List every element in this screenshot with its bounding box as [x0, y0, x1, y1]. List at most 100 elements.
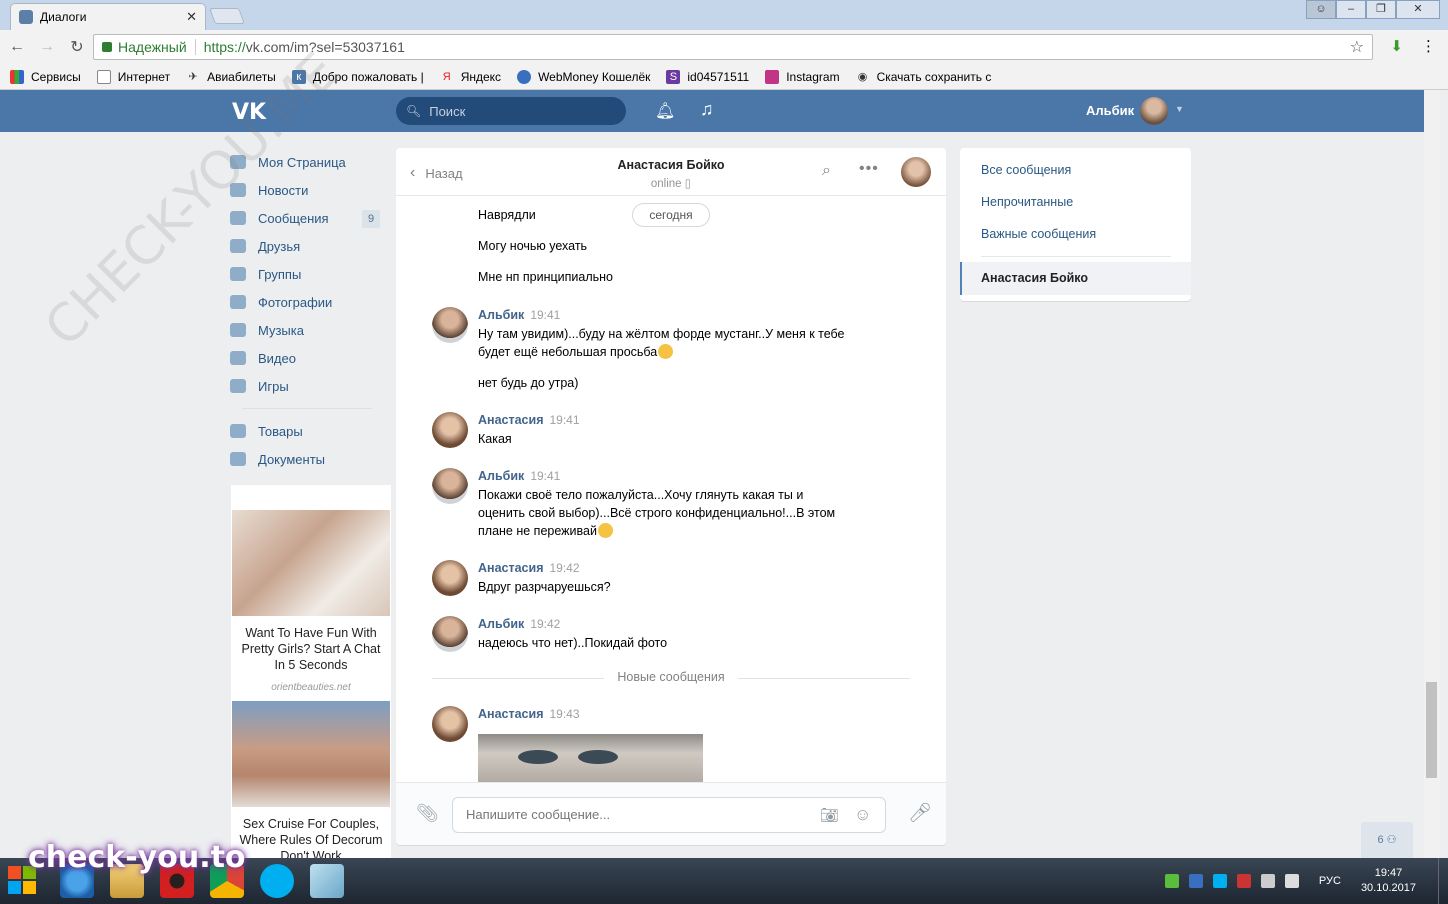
message-text: Покажи своё тело пожалуйста...Хочу гляну…	[478, 488, 836, 538]
bookmark-download[interactable]: ◉ Скачать сохранить с	[856, 70, 992, 84]
filter-important[interactable]: Важные сообщения	[981, 227, 1096, 241]
ad-image[interactable]	[232, 701, 390, 807]
header-user-name[interactable]: Альбик	[1086, 103, 1134, 118]
system-tray: РУС 19:47 30.10.2017	[1164, 858, 1448, 904]
bookmark-services[interactable]: Сервисы	[10, 69, 81, 84]
bookmark-internet[interactable]: Интернет	[96, 69, 170, 84]
bookmark-avia[interactable]: ✈ Авиабилеты	[186, 70, 275, 84]
apps-grid-icon	[10, 69, 24, 84]
bookmark-id[interactable]: Sid04571511	[666, 69, 749, 84]
avatar[interactable]	[432, 468, 468, 504]
search-placeholder: Поиск	[429, 103, 466, 119]
friends-online-chip[interactable]: 6 ⚇	[1361, 822, 1413, 858]
close-window-button[interactable]: ✕	[1396, 0, 1440, 19]
address-bar[interactable]: Надежный https:// vk.com/im?sel=53037161…	[93, 34, 1373, 60]
peer-status: online ▯	[650, 178, 692, 190]
ad-image[interactable]	[232, 510, 390, 616]
message-text: нет будь до утра)	[478, 376, 579, 390]
header-avatar[interactable]	[1140, 97, 1168, 125]
ad-source[interactable]: orientbeauties.net	[231, 682, 391, 693]
language-indicator[interactable]: РУС	[1319, 875, 1341, 887]
news-icon	[230, 183, 246, 197]
paperclip-icon[interactable]: 📎︎	[416, 803, 439, 824]
webmoney-icon	[517, 69, 532, 84]
tray-flag-icon[interactable]	[1236, 874, 1251, 888]
forward-arrow-icon[interactable]: →	[34, 38, 60, 56]
download-icon[interactable]: ⬇	[1390, 37, 1403, 55]
emoji-icon	[597, 523, 613, 538]
filter-all-messages[interactable]: Все сообщения	[981, 163, 1071, 177]
message-author[interactable]: Анастасия 19:43	[478, 707, 580, 721]
avatar[interactable]	[432, 412, 468, 448]
bookmark-instagram[interactable]: Instagram	[765, 69, 840, 84]
show-desktop-button[interactable]	[1438, 858, 1448, 904]
photo-attachment[interactable]	[478, 734, 703, 782]
menu-groups[interactable]: Группы	[230, 260, 380, 288]
tray-skype-icon[interactable]	[1212, 874, 1227, 888]
notepad-icon[interactable]	[310, 864, 344, 898]
message-text: Какая	[478, 432, 512, 446]
bookmark-yandex[interactable]: Я Яндекс	[440, 70, 501, 84]
message-author[interactable]: Альбик 19:41	[478, 469, 560, 483]
menu-news[interactable]: Новости	[230, 176, 380, 204]
tray-app-icon[interactable]	[1188, 874, 1203, 888]
menu-music[interactable]: Музыка	[230, 316, 380, 344]
ad-text[interactable]: Sex Cruise For Couples, Where Rules Of D…	[231, 816, 391, 860]
menu-messages[interactable]: Сообщения 9	[230, 204, 380, 232]
bookmark-star-icon[interactable]: ☆	[1350, 37, 1364, 57]
reload-icon[interactable]: ↻	[64, 37, 90, 57]
chevron-down-icon[interactable]: ▼	[1175, 104, 1184, 114]
avatar[interactable]	[432, 616, 468, 652]
menu-documents[interactable]: Документы	[230, 445, 380, 473]
smiley-icon[interactable]: ☺	[854, 805, 871, 825]
page-scrollbar[interactable]	[1424, 90, 1440, 858]
message-text: надеюсь что нет)..Покидай фото	[478, 636, 668, 650]
menu-games[interactable]: Игры	[230, 372, 380, 400]
message-author[interactable]: Альбик 19:42	[478, 617, 560, 631]
browser-tabbar: Диалоги ✕ ☺ – ❐ ✕	[0, 0, 1448, 30]
message-author[interactable]: Альбик 19:41	[478, 308, 560, 322]
search-input[interactable]: 🔍︎ Поиск	[396, 97, 626, 125]
bell-icon[interactable]: 🔔︎	[655, 101, 675, 121]
camera-icon[interactable]: 📷︎	[820, 806, 839, 824]
bookmark-welcome[interactable]: к Добро пожаловать |	[291, 69, 424, 84]
menu-photos[interactable]: Фотографии	[230, 288, 380, 316]
back-arrow-icon[interactable]: ←	[4, 38, 30, 56]
menu-friends[interactable]: Друзья	[230, 232, 380, 260]
vk-logo[interactable]: VK	[232, 100, 266, 125]
ad-text[interactable]: Want To Have Fun With Pretty Girls? Star…	[231, 625, 391, 673]
filter-unread[interactable]: Непрочитанные	[981, 195, 1073, 209]
browser-tab[interactable]: Диалоги ✕	[10, 3, 206, 30]
avatar[interactable]	[432, 560, 468, 596]
active-dialog[interactable]: Анастасия Бойко	[960, 262, 1191, 295]
menu-my-page[interactable]: Моя Страница	[230, 148, 380, 176]
network-icon[interactable]	[1260, 874, 1275, 888]
more-icon[interactable]: •••	[859, 160, 879, 178]
maximize-button[interactable]: ❐	[1366, 0, 1396, 19]
minimize-button[interactable]: –	[1336, 0, 1366, 19]
peer-avatar[interactable]	[901, 157, 931, 187]
music-note-icon[interactable]: ♫	[700, 99, 714, 120]
message-author[interactable]: Анастасия 19:42	[478, 561, 580, 575]
search-icon[interactable]: ⌕	[822, 162, 831, 180]
bookmark-webmoney[interactable]: WebMoney Кошелёк	[517, 69, 650, 84]
new-tab-button[interactable]	[209, 8, 245, 24]
menu-video[interactable]: Видео	[230, 344, 380, 372]
tray-app-icon[interactable]	[1164, 874, 1179, 888]
message-text: Мне нп принципиально	[478, 270, 613, 284]
omnibox-separator	[194, 39, 196, 55]
avatar[interactable]	[432, 307, 468, 343]
browser-toolbar: ← → ↻ Надежный https:// vk.com/im?sel=53…	[0, 30, 1448, 64]
scrollbar-thumb[interactable]	[1426, 682, 1437, 778]
menu-goods[interactable]: Товары	[230, 417, 380, 445]
clock[interactable]: 19:47 30.10.2017	[1361, 866, 1416, 896]
close-tab-icon[interactable]: ✕	[186, 9, 197, 25]
date-chip: сегодня	[632, 203, 710, 227]
skype-icon[interactable]	[260, 864, 294, 898]
microphone-icon[interactable]: 🎤︎	[908, 801, 932, 825]
chrome-menu-icon[interactable]: ⋮	[1421, 37, 1436, 55]
volume-icon[interactable]	[1284, 874, 1299, 888]
message-author[interactable]: Анастасия 19:41	[478, 413, 580, 427]
user-icon[interactable]: ☺	[1306, 0, 1336, 19]
avatar[interactable]	[432, 706, 468, 742]
